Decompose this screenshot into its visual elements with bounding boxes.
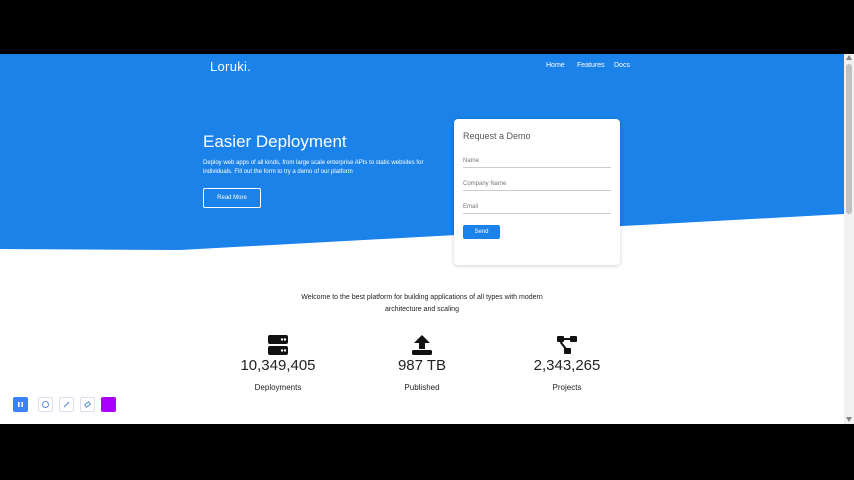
send-button[interactable]: Send — [463, 225, 500, 239]
projects-count: 2,343,265 — [533, 357, 601, 374]
demo-request-card: Request a Demo Name Company Name Email S… — [454, 119, 620, 265]
brand-logo[interactable]: Loruki. — [210, 59, 251, 74]
upload-icon — [412, 335, 432, 355]
deployments-label: Deployments — [254, 383, 302, 392]
nav-link-features[interactable]: Features — [577, 62, 605, 69]
published-amount: 987 TB — [397, 357, 447, 374]
nav-link-docs[interactable]: Docs — [614, 62, 630, 69]
project-diagram-icon — [557, 336, 577, 354]
read-more-button[interactable]: Read More — [203, 188, 261, 208]
pause-icon — [18, 402, 23, 407]
email-field[interactable]: Email — [463, 202, 611, 214]
pause-button[interactable] — [13, 397, 28, 412]
server-icon — [268, 335, 288, 355]
deployments-count: 10,349,405 — [240, 357, 316, 374]
scroll-down-arrow-icon[interactable] — [846, 417, 852, 422]
eraser-icon — [83, 401, 92, 408]
eraser-tool-button[interactable] — [80, 397, 95, 412]
welcome-text: Welcome to the best platform for buildin… — [301, 294, 543, 313]
published-label: Published — [404, 383, 440, 392]
color-picker-button[interactable] — [101, 397, 116, 412]
scrollbar-thumb[interactable] — [846, 64, 852, 214]
demo-form-title: Request a Demo — [463, 131, 531, 141]
vertical-scrollbar[interactable] — [844, 54, 854, 424]
company-name-field[interactable]: Company Name — [463, 179, 611, 191]
hero-background — [0, 54, 844, 250]
pen-tool-button[interactable] — [59, 397, 74, 412]
projects-label: Projects — [552, 383, 582, 392]
pen-icon — [63, 401, 70, 408]
hero-description: Deploy web apps of all kinds, from large… — [203, 160, 424, 175]
target-tool-button[interactable] — [38, 397, 53, 412]
nav-link-home[interactable]: Home — [546, 62, 565, 69]
name-field[interactable]: Name — [463, 156, 611, 168]
scroll-up-arrow-icon[interactable] — [846, 55, 852, 60]
browser-viewport: Loruki. Home Features Docs Easier Deploy… — [0, 54, 844, 424]
target-icon — [42, 401, 49, 408]
hero-title: Easier Deployment — [203, 132, 347, 151]
